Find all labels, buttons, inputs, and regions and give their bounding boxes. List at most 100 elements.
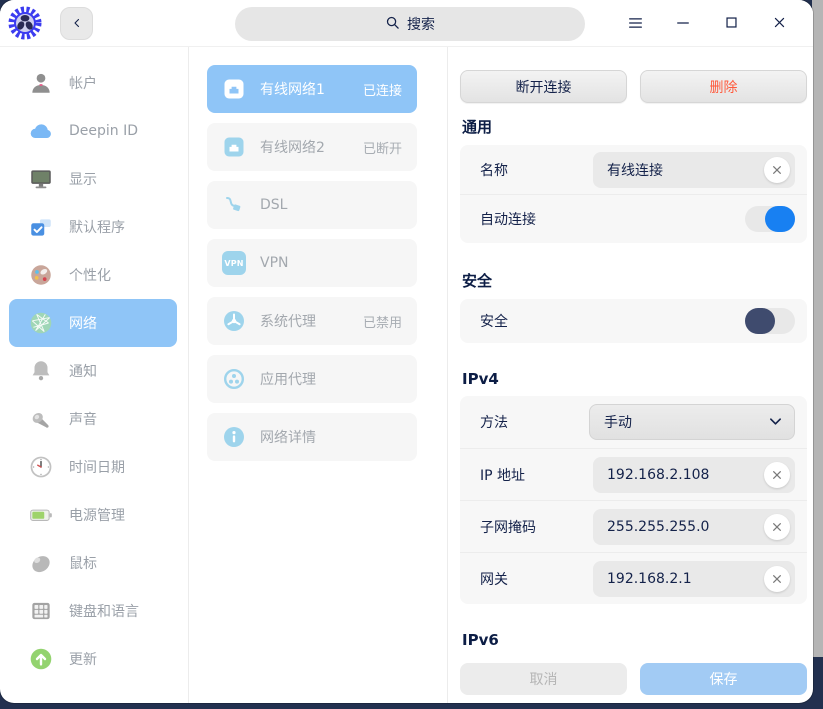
- titlebar: 搜索: [0, 0, 813, 47]
- name-field[interactable]: [593, 151, 795, 188]
- vpn-badge-icon: VPN: [222, 251, 246, 275]
- cancel-button[interactable]: 取消: [460, 663, 627, 695]
- bell-icon: [28, 358, 54, 384]
- network-name: 网络详情: [260, 430, 316, 446]
- list-item-vpn[interactable]: VPN VPN: [207, 239, 417, 287]
- app-logo-icon: [8, 6, 42, 40]
- ip-field[interactable]: [593, 456, 795, 493]
- method-select[interactable]: 手动: [589, 404, 795, 440]
- dsl-cable-icon: [222, 193, 246, 217]
- action-buttons: 断开连接 删除: [460, 70, 807, 103]
- sidebar-item-display[interactable]: 显示: [9, 155, 177, 203]
- maximize-icon: [725, 14, 738, 33]
- list-item-app-proxy[interactable]: 应用代理: [207, 355, 417, 403]
- sidebar-item-default-apps[interactable]: 默认程序: [9, 203, 177, 251]
- footer-buttons: 取消 保存: [460, 663, 807, 695]
- ip-row: IP 地址: [460, 448, 807, 500]
- delete-button[interactable]: 删除: [640, 70, 807, 103]
- save-button[interactable]: 保存: [640, 663, 807, 695]
- network-name: 系统代理: [260, 314, 316, 330]
- gateway-input[interactable]: [593, 570, 764, 587]
- window-menu-button[interactable]: [611, 0, 659, 47]
- sidebar-item-personalization[interactable]: 个性化: [9, 251, 177, 299]
- sidebar-item-label: 通知: [69, 364, 97, 380]
- section-title-security: 安全: [462, 272, 493, 290]
- netmask-input[interactable]: [593, 518, 764, 535]
- sidebar-item-label: 显示: [69, 172, 97, 188]
- ipv4-card: 方法 手动 IP 地址 192.168.2.108 子网掩码 255.255.2…: [460, 396, 807, 604]
- close-icon: [773, 14, 786, 33]
- section-title-ipv6: IPv6: [462, 631, 499, 649]
- list-item-network-details[interactable]: 网络详情: [207, 413, 417, 461]
- control-center-window: 搜索 帐户 Deepin ID 显示 默认程序 个性化 网络 通知 声音 时间日…: [0, 0, 813, 703]
- battery-icon: [28, 502, 54, 528]
- security-toggle[interactable]: [745, 308, 795, 334]
- sidebar-item-deepin-id[interactable]: Deepin ID: [9, 107, 177, 155]
- sidebar-item-keyboard[interactable]: 键盘和语言: [9, 587, 177, 635]
- clear-icon[interactable]: [764, 461, 790, 488]
- chevron-down-icon: [769, 414, 782, 430]
- maximize-button[interactable]: [707, 0, 755, 47]
- minimize-button[interactable]: [659, 0, 707, 47]
- sidebar-item-sound[interactable]: 声音: [9, 395, 177, 443]
- list-item-system-proxy[interactable]: 系统代理 已禁用: [207, 297, 417, 345]
- sidebar-item-network[interactable]: 网络: [9, 299, 177, 347]
- autoconnect-label: 自动连接: [480, 212, 536, 228]
- sidebar-item-system-info[interactable]: [9, 683, 177, 703]
- section-title-general: 通用: [462, 118, 493, 136]
- sidebar-item-label: 个性化: [69, 268, 111, 284]
- gateway-row: 网关: [460, 552, 807, 604]
- network-name: DSL: [260, 197, 288, 213]
- network-name: 有线网络1: [260, 82, 325, 98]
- background-window-sliver: [812, 0, 823, 657]
- autoconnect-row: 自动连接: [460, 194, 807, 243]
- netmask-label: 子网掩码: [480, 519, 536, 536]
- close-button[interactable]: [755, 0, 803, 47]
- gateway-field[interactable]: [593, 560, 795, 597]
- sidebar-item-label: 更新: [69, 652, 97, 668]
- clear-icon[interactable]: [764, 156, 790, 183]
- method-value: 手动: [604, 415, 632, 431]
- keyboard-icon: [28, 598, 54, 624]
- back-button[interactable]: [60, 6, 93, 40]
- sidebar-item-label: 声音: [69, 412, 97, 428]
- app-proxy-icon: [222, 367, 246, 391]
- info-icon: [222, 425, 246, 449]
- status-badge: 已连接: [362, 83, 402, 99]
- ip-input[interactable]: [593, 466, 764, 483]
- disconnect-button[interactable]: 断开连接: [460, 70, 627, 103]
- connection-detail-panel: 断开连接 删除 通用 名称 自动连接: [448, 47, 813, 703]
- sidebar-item-mouse[interactable]: 鼠标: [9, 539, 177, 587]
- section-title-ipv4: IPv4: [462, 370, 499, 388]
- speaker-icon: [28, 406, 54, 432]
- clock-icon: [28, 454, 54, 480]
- mouse-icon: [28, 550, 54, 576]
- clear-icon[interactable]: [764, 513, 790, 540]
- sidebar-item-power[interactable]: 电源管理: [9, 491, 177, 539]
- sidebar-item-label: 键盘和语言: [69, 604, 139, 620]
- sidebar-item-notifications[interactable]: 通知: [9, 347, 177, 395]
- list-item-wired-2[interactable]: 有线网络2 已断开: [207, 123, 417, 171]
- network-name: VPN: [260, 255, 289, 271]
- chevron-left-icon: [71, 14, 83, 33]
- sidebar-item-label: Deepin ID: [69, 123, 139, 139]
- network-name: 应用代理: [260, 372, 316, 388]
- security-card: 安全: [460, 299, 807, 343]
- network-list: 有线网络1 已连接 有线网络2 已断开 DSL VPN VPN 系统代理 已禁用…: [189, 47, 448, 703]
- search-input[interactable]: 搜索: [235, 7, 585, 41]
- monitor-icon: [28, 166, 54, 192]
- netmask-field[interactable]: [593, 508, 795, 545]
- list-item-wired-1[interactable]: 有线网络1 已连接: [207, 65, 417, 113]
- autoconnect-toggle[interactable]: [745, 206, 795, 232]
- ethernet-icon: [222, 135, 246, 159]
- sidebar-item-datetime[interactable]: 时间日期: [9, 443, 177, 491]
- list-item-dsl[interactable]: DSL: [207, 181, 417, 229]
- sidebar-item-update[interactable]: 更新: [9, 635, 177, 683]
- name-input[interactable]: [593, 161, 764, 178]
- minimize-icon: [676, 14, 690, 33]
- clear-icon[interactable]: [764, 565, 790, 592]
- name-label: 名称: [480, 162, 508, 179]
- toggle-knob: [745, 308, 775, 334]
- user-icon: [28, 70, 54, 96]
- sidebar-item-accounts[interactable]: 帐户: [9, 59, 177, 107]
